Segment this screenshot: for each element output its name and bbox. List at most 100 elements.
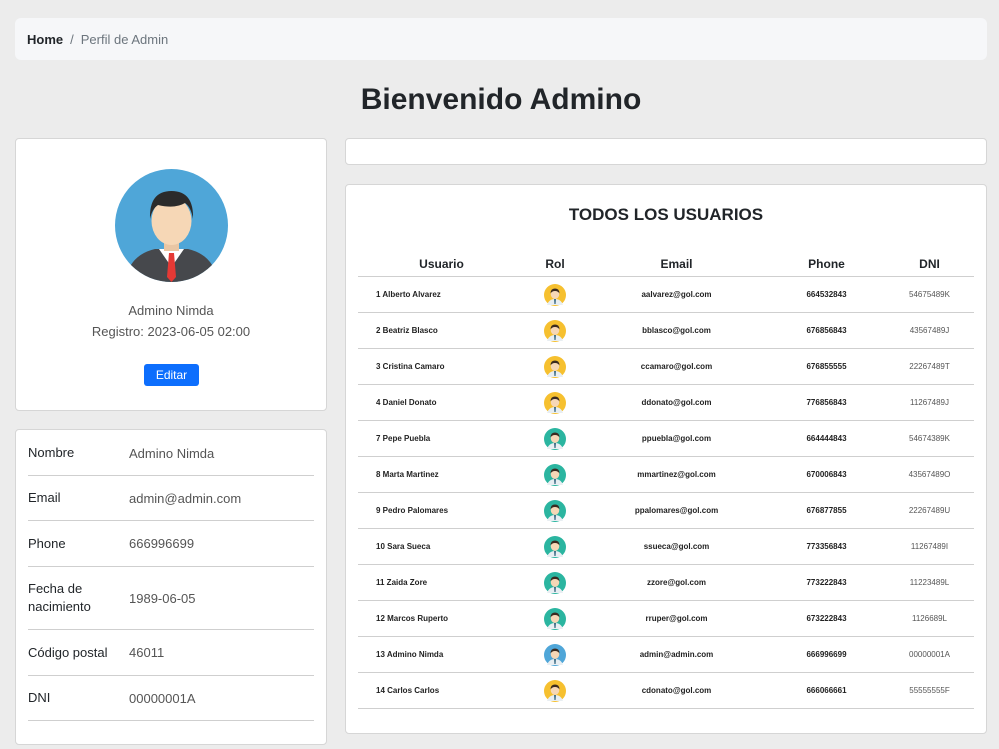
cell-dni: 54674389K [885,420,974,457]
info-row-fecha-nacimiento: Fecha de nacimiento 1989-06-05 [28,567,314,630]
table-row[interactable]: 14 Carlos Carlos cdonato@gol.com 666066661… [358,672,974,709]
cell-email: cdonato@gol.com [585,672,768,709]
cell-usuario: 7 Pepe Puebla [358,420,525,457]
info-label: Código postal [28,644,108,660]
cell-phone: 676855555 [768,348,885,385]
cell-usuario: 2 Beatriz Blasco [358,312,525,349]
profile-card: Admino Nimda Registro: 2023-06-05 02:00 … [15,138,327,411]
cell-rol [525,312,585,349]
cell-rol [525,492,585,529]
table-row[interactable]: 7 Pepe Puebla ppuebla@gol.com 664444843 546… [358,420,974,457]
cell-usuario: 8 Marta Martinez [358,456,525,493]
cell-email: aalvarez@gol.com [585,276,768,313]
users-table: Usuario Rol Email Phone DNI 1 Alberto Al… [358,251,974,709]
info-value: 1989-06-05 [129,590,196,606]
cell-phone: 666996699 [768,636,885,673]
info-row-email: Email admin@admin.com [28,476,314,521]
table-row[interactable]: 13 Admino Nimda admin@admin.com 666996699 0… [358,636,974,673]
table-row[interactable]: 10 Sara Sueca ssueca@gol.com 773356843 1126… [358,528,974,565]
cell-rol [525,348,585,385]
column-header-dni: DNI [885,251,974,277]
cell-email: ssueca@gol.com [585,528,768,565]
cell-rol [525,528,585,565]
info-label: DNI [28,690,51,705]
cell-email: ddonato@gol.com [585,384,768,421]
cell-dni: 11267489I [885,528,974,565]
admin-avatar-icon [115,169,228,282]
info-label: Nombre [28,445,75,460]
cell-phone: 773356843 [768,528,885,565]
info-row-codigo-postal: Código postal 46011 [28,630,314,676]
users-title: TODOS LOS USUARIOS [568,205,764,224]
cell-phone: 666066661 [768,672,885,709]
users-card: TODOS LOS USUARIOS Usuario Rol Email Pho… [345,184,987,734]
breadcrumb-home-link[interactable]: Home [27,32,63,47]
cell-email: ppalomares@gol.com [585,492,768,529]
page-title: Bienvenido Admino [360,83,642,116]
cell-usuario: 4 Daniel Donato [358,384,525,421]
cell-dni: 54675489K [885,276,974,313]
breadcrumb: Home / Perfil de Admin [15,18,987,60]
cell-phone: 664444843 [768,420,885,457]
cell-phone: 676856843 [768,312,885,349]
cell-phone: 670006843 [768,456,885,493]
info-label: Phone [28,535,66,551]
teal-avatar-icon [544,427,566,450]
cell-rol [525,420,585,457]
cell-usuario: 11 Zaida Zore [358,564,525,601]
teal-avatar-icon [544,607,566,630]
edit-button[interactable]: Editar [144,364,199,386]
info-value: 00000001A [129,690,196,706]
table-row[interactable]: 9 Pedro Palomares ppalomares@gol.com 67687… [358,492,974,529]
cell-dni: 11267489J [885,384,974,421]
cell-phone: 676877855 [768,492,885,529]
breadcrumb-current: Perfil de Admin [80,31,169,47]
table-row[interactable]: 11 Zaida Zore zzore@gol.com 773222843 11223… [358,564,974,601]
profile-registration: Registro: 2023-06-05 02:00 [91,324,251,339]
cell-rol [525,384,585,421]
profile-name: Admino Nimda [128,303,214,318]
cell-dni: 00000001A [885,636,974,673]
cell-email: rruper@gol.com [585,600,768,637]
info-label: Fecha de nacimiento [28,581,91,614]
table-row[interactable]: 2 Beatriz Blasco bblasco@gol.com 676856843… [358,312,974,349]
users-table-body: 1 Alberto Alvarez aalvarez@gol.com 6645328… [358,276,974,709]
cell-dni: 55555555F [885,672,974,709]
cell-rol [525,276,585,313]
profile-info-card: Nombre Admino Nimda Email admin@admin.co… [15,429,327,745]
column-header-phone: Phone [768,251,885,277]
table-row[interactable]: 1 Alberto Alvarez aalvarez@gol.com 6645328… [358,276,974,313]
column-header-usuario: Usuario [358,251,525,277]
table-row[interactable]: 4 Daniel Donato ddonato@gol.com 776856843 1… [358,384,974,421]
cell-rol [525,636,585,673]
table-row[interactable]: 3 Cristina Camaro ccamaro@gol.com 67685555… [358,348,974,385]
cell-email: admin@admin.com [585,636,768,673]
yellow-avatar-icon [544,679,566,702]
yellow-avatar-icon [544,355,566,378]
cell-phone: 776856843 [768,384,885,421]
yellow-avatar-icon [544,283,566,306]
cell-usuario: 9 Pedro Palomares [358,492,525,529]
info-row-dni: DNI 00000001A [28,676,314,721]
cell-usuario: 12 Marcos Ruperto [358,600,525,637]
table-row[interactable]: 12 Marcos Ruperto rruper@gol.com 673222843… [358,600,974,637]
column-header-rol: Rol [525,251,585,277]
cell-rol [525,600,585,637]
cell-email: mmartinez@gol.com [585,456,768,493]
cell-usuario: 13 Admino Nimda [358,636,525,673]
cell-email: bblasco@gol.com [585,312,768,349]
yellow-avatar-icon [544,391,566,414]
table-row[interactable]: 8 Marta Martinez mmartinez@gol.com 6700068… [358,456,974,493]
blue-avatar-icon [544,643,566,666]
yellow-avatar-icon [544,319,566,342]
cell-phone: 773222843 [768,564,885,601]
breadcrumb-separator: / [70,31,74,47]
teal-avatar-icon [544,463,566,486]
cell-rol [525,564,585,601]
info-row-nombre: Nombre Admino Nimda [28,431,314,476]
empty-panel [345,138,987,165]
cell-email: ppuebla@gol.com [585,420,768,457]
cell-dni: 22267489T [885,348,974,385]
cell-rol [525,672,585,709]
info-label: Email [28,490,61,505]
